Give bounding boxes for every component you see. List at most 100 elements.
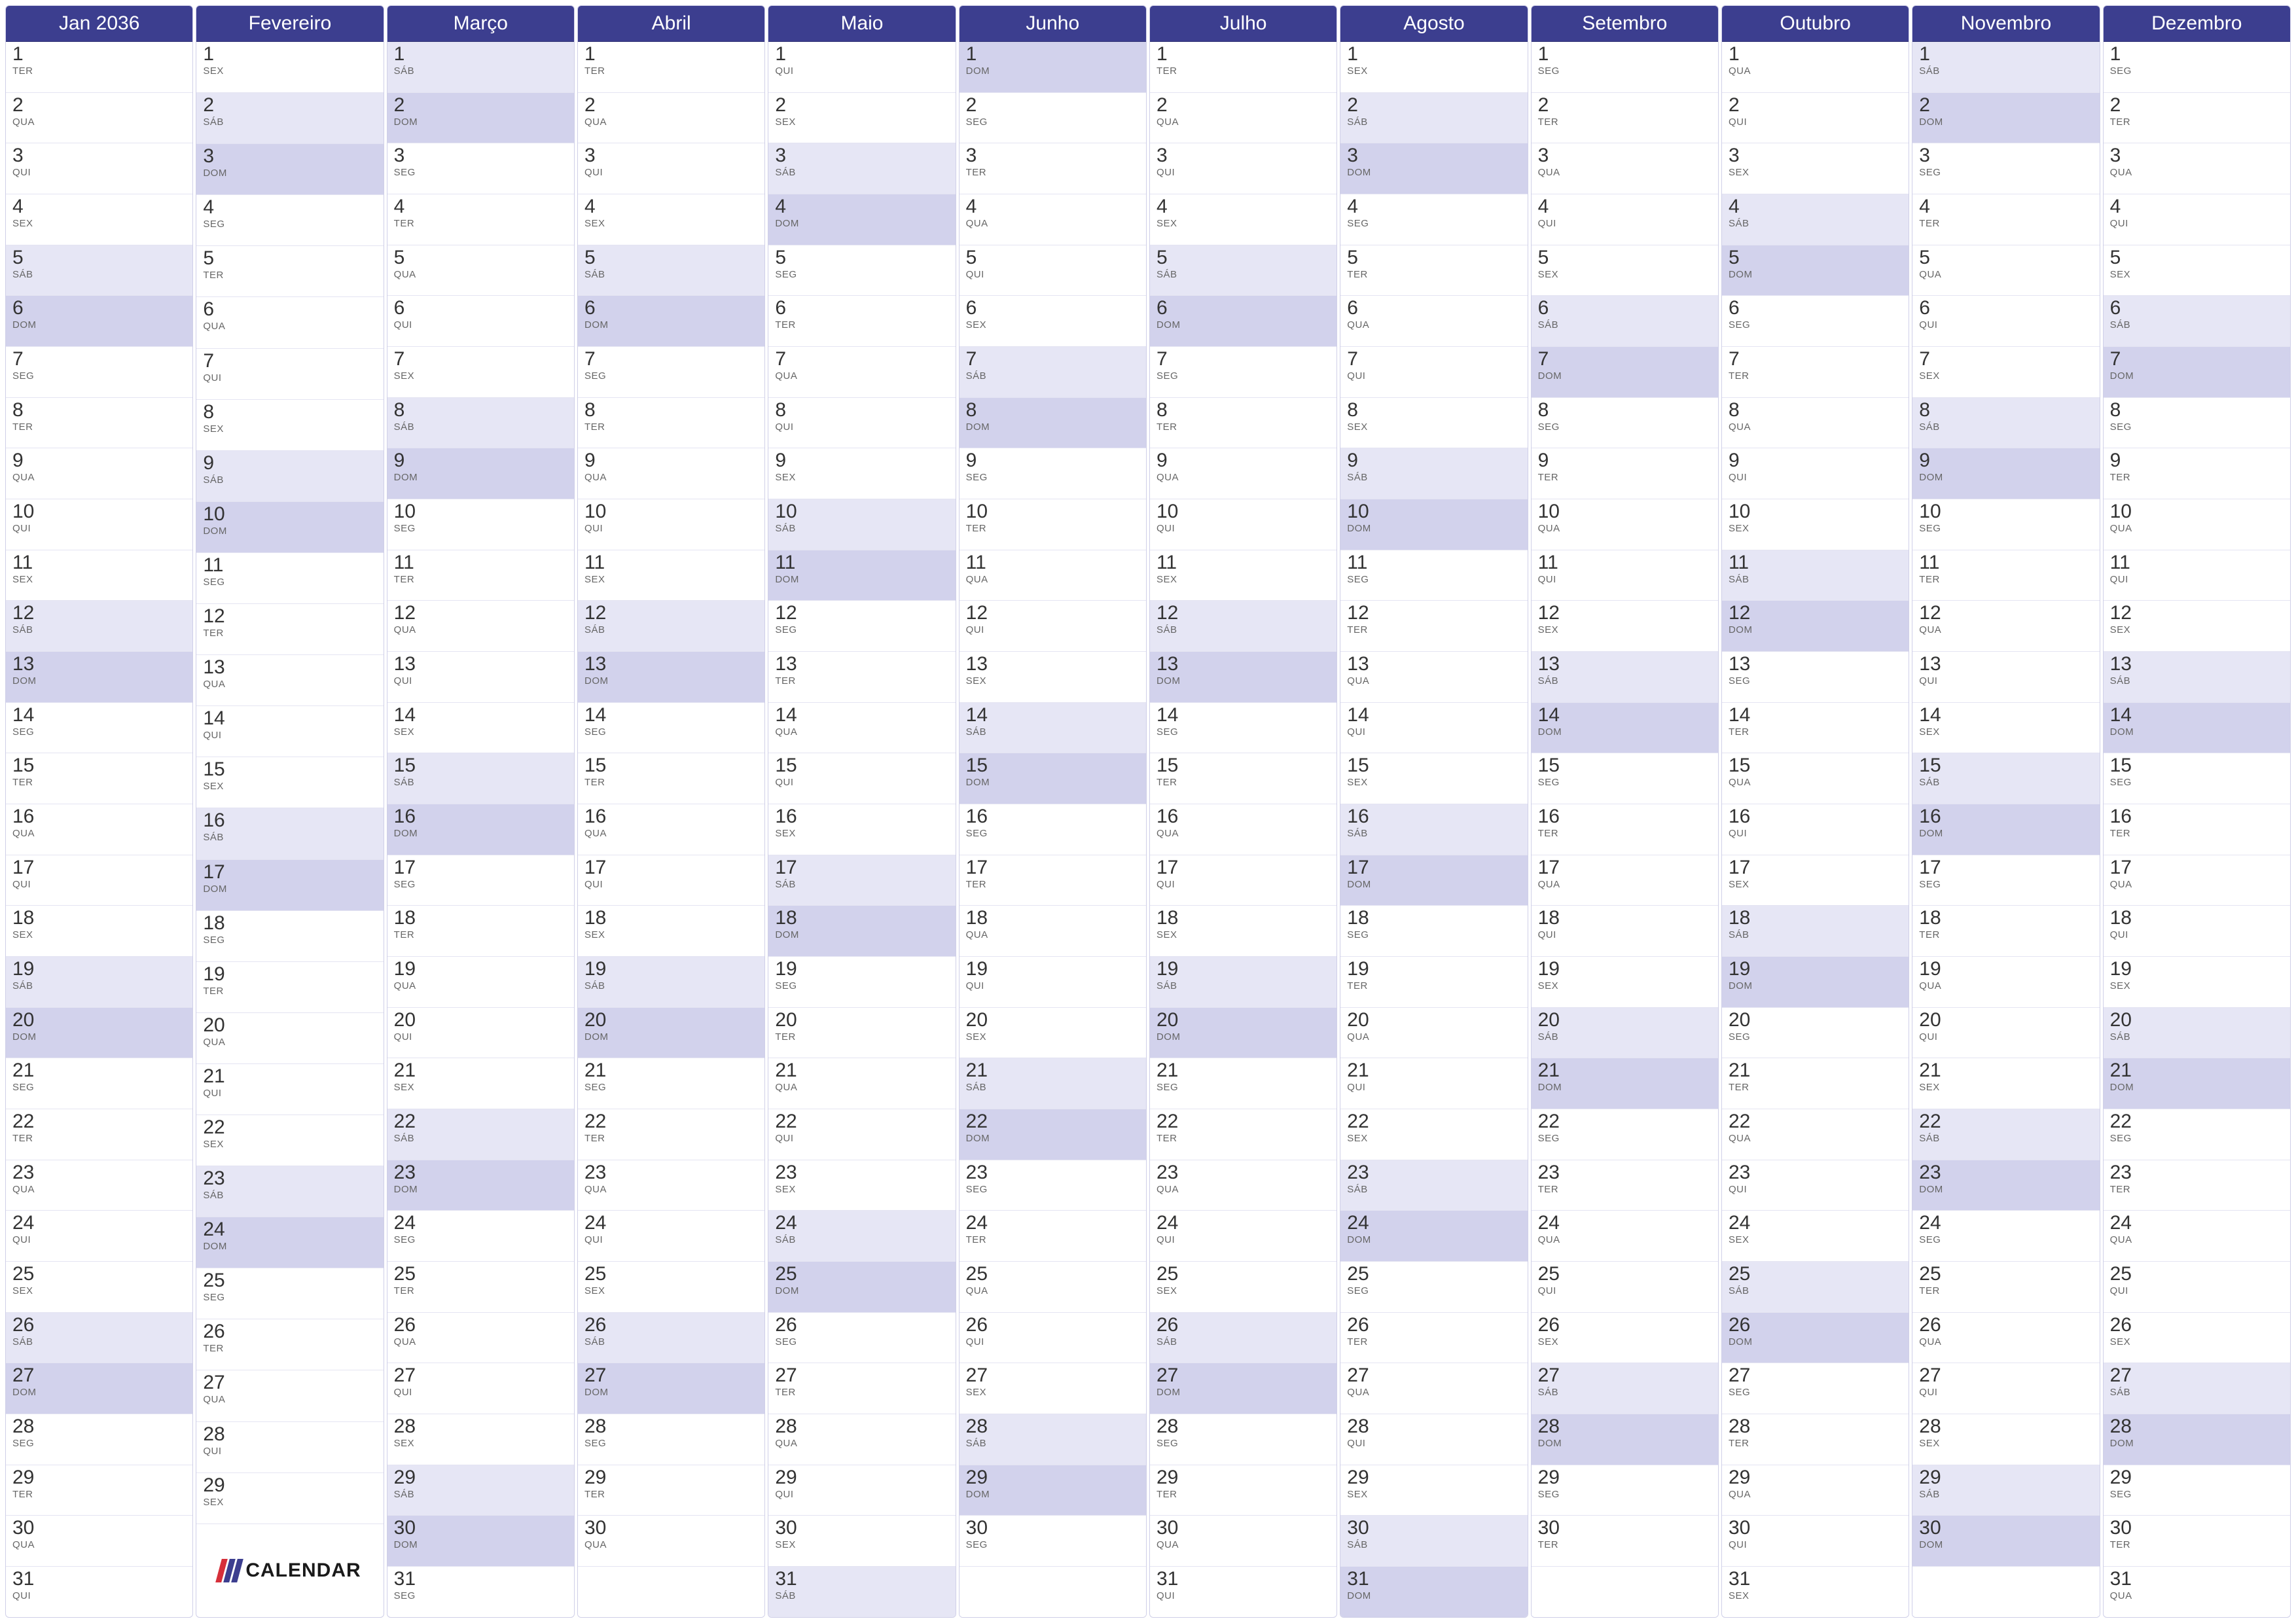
day-cell: 7SEX: [1912, 347, 2099, 398]
day-cell: 24SEG: [1912, 1211, 2099, 1262]
weekday-label: QUI: [1919, 319, 2092, 330]
day-number: 27: [966, 1366, 1139, 1385]
weekday-label: SEX: [1729, 167, 1902, 178]
day-cell: 27QUI: [1912, 1363, 2099, 1414]
day-cell: 10QUI: [6, 499, 192, 550]
day-number: 20: [775, 1010, 948, 1030]
day-number: 14: [1919, 705, 2092, 725]
day-cell: 9SÁB: [196, 451, 383, 502]
day-number: 25: [1919, 1264, 2092, 1284]
day-cell: 10SEX: [1722, 499, 1909, 550]
day-cell: 12QUI: [960, 601, 1146, 652]
day-cell: 30QUI: [1722, 1516, 1909, 1567]
day-number: 14: [1729, 705, 1902, 725]
day-cell: 20QUA: [1340, 1008, 1527, 1059]
day-number: 7: [1919, 349, 2092, 369]
day-number: 29: [1157, 1468, 1330, 1488]
day-number: 1: [584, 45, 758, 64]
day-number: 2: [775, 96, 948, 115]
day-cell: 7QUA: [768, 347, 955, 398]
day-cell: 2DOM: [387, 93, 574, 144]
day-cell: 13DOM: [578, 652, 764, 703]
day-cell: 4QUI: [2104, 194, 2290, 245]
day-cell: 19SEG: [768, 957, 955, 1008]
weekday-label: DOM: [775, 574, 948, 585]
weekday-label: TER: [1919, 1285, 2092, 1296]
day-cell: 25DOM: [768, 1262, 955, 1313]
day-number: 4: [394, 197, 567, 217]
day-number: 11: [12, 553, 186, 573]
weekday-label: DOM: [1919, 472, 2092, 483]
day-number: 29: [1347, 1468, 1520, 1488]
day-number: 28: [2110, 1417, 2284, 1436]
weekday-label: SÁB: [1729, 929, 1902, 940]
weekday-label: QUI: [775, 65, 948, 77]
weekday-label: QUA: [1157, 472, 1330, 483]
weekday-label: QUA: [1157, 1184, 1330, 1195]
day-number: 19: [1729, 959, 1902, 979]
month-days: 1SEG2TER3QUA4QUI5SEX6SÁB7DOM8SEG9TER10QU…: [2104, 42, 2290, 1617]
day-number: 28: [775, 1417, 948, 1436]
day-cell: 26SÁB: [1150, 1313, 1336, 1364]
day-cell: 4QUA: [960, 194, 1146, 245]
day-cell: 9QUI: [1722, 448, 1909, 499]
weekday-label: SEX: [1157, 574, 1330, 585]
weekday-label: QUA: [775, 726, 948, 738]
month-header: Fevereiro: [196, 6, 383, 42]
day-number: 9: [584, 451, 758, 471]
empty-cell: [578, 1567, 764, 1617]
weekday-label: QUA: [966, 929, 1139, 940]
day-number: 24: [12, 1213, 186, 1233]
day-number: 3: [12, 146, 186, 166]
day-cell: 19SÁB: [1150, 957, 1336, 1008]
weekday-label: SEG: [775, 980, 948, 991]
weekday-label: DOM: [203, 526, 376, 537]
weekday-label: SÁB: [1919, 777, 2092, 788]
weekday-label: DOM: [584, 319, 758, 330]
day-number: 18: [584, 908, 758, 928]
weekday-label: SEG: [966, 116, 1139, 128]
day-cell: 5SÁB: [1150, 245, 1336, 296]
weekday-label: SÁB: [1729, 218, 1902, 229]
day-number: 15: [1157, 756, 1330, 776]
weekday-label: TER: [1919, 574, 2092, 585]
day-cell: 30SEX: [768, 1516, 955, 1567]
day-number: 17: [1729, 858, 1902, 878]
day-number: 26: [1729, 1315, 1902, 1335]
weekday-label: QUA: [1347, 675, 1520, 687]
weekday-label: DOM: [1729, 624, 1902, 635]
weekday-label: QUI: [12, 167, 186, 178]
weekday-label: QUA: [1347, 1387, 1520, 1398]
day-number: 13: [584, 654, 758, 674]
day-cell: 1DOM: [960, 42, 1146, 93]
day-cell: 28SEX: [387, 1414, 574, 1465]
weekday-label: SEG: [203, 219, 376, 230]
weekday-label: QUA: [203, 679, 376, 690]
day-cell: 25TER: [387, 1262, 574, 1313]
weekday-label: SÁB: [394, 1133, 567, 1144]
day-cell: 8SEG: [1532, 398, 1718, 449]
weekday-label: DOM: [1347, 167, 1520, 178]
day-number: 25: [584, 1264, 758, 1284]
day-cell: 25SEX: [1150, 1262, 1336, 1313]
day-cell: 7DOM: [1532, 347, 1718, 398]
weekday-label: SÁB: [775, 1590, 948, 1601]
day-number: 11: [203, 556, 376, 575]
day-cell: 23SEG: [960, 1160, 1146, 1211]
weekday-label: QUA: [1157, 1539, 1330, 1550]
day-cell: 11SEG: [196, 553, 383, 604]
day-number: 29: [1538, 1468, 1712, 1488]
day-number: 23: [584, 1163, 758, 1183]
day-number: 4: [1919, 197, 2092, 217]
weekday-label: SEG: [203, 935, 376, 946]
day-number: 1: [1157, 45, 1330, 64]
day-cell: 25QUA: [960, 1262, 1146, 1313]
day-number: 3: [584, 146, 758, 166]
weekday-label: QUI: [1538, 1285, 1712, 1296]
weekday-label: SEX: [2110, 624, 2284, 635]
weekday-label: SEX: [2110, 269, 2284, 280]
day-number: 30: [12, 1518, 186, 1538]
weekday-label: TER: [1157, 1133, 1330, 1144]
day-cell: 27DOM: [6, 1363, 192, 1414]
weekday-label: QUA: [966, 218, 1139, 229]
